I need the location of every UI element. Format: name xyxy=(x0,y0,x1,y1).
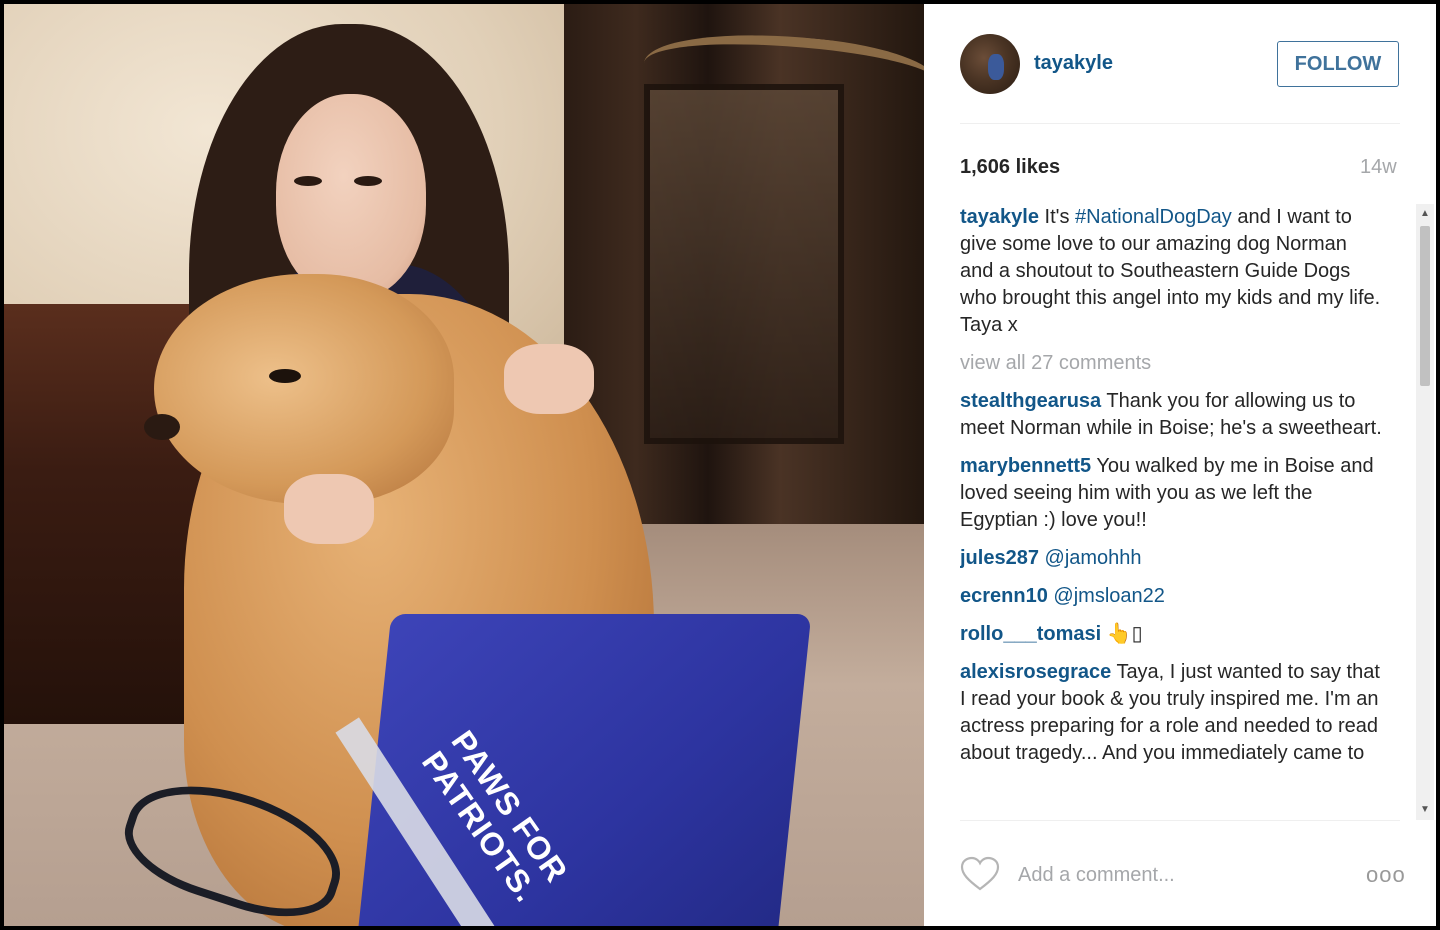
post-photo[interactable]: PAWS FOR PATRIOTS. xyxy=(4,4,924,926)
photo-door-glass xyxy=(644,84,844,444)
comment-item: ecrenn10 @jmsloan22 xyxy=(960,583,1382,610)
footer-divider xyxy=(960,820,1400,821)
likes-count[interactable]: 1,606 likes xyxy=(960,156,1060,179)
more-options-icon[interactable]: ooo xyxy=(1366,862,1406,888)
instagram-post-view: PAWS FOR PATRIOTS. tayakyle FOLLOW 1,606… xyxy=(0,0,1440,930)
photo-woman-eye-left xyxy=(294,176,322,186)
post-header: tayakyle FOLLOW xyxy=(960,34,1400,94)
comment-username[interactable]: rollo___tomasi xyxy=(960,623,1101,645)
comment-item: rollo___tomasi 👆▯ xyxy=(960,621,1382,648)
comment-mention[interactable]: @jamohhh xyxy=(1045,547,1142,569)
scroll-down-arrow-icon[interactable]: ▼ xyxy=(1420,804,1430,816)
header-divider xyxy=(960,123,1400,124)
post-footer: ooo xyxy=(960,852,1405,896)
caption-username[interactable]: tayakyle xyxy=(960,206,1039,228)
caption-hashtag[interactable]: #NationalDogDay xyxy=(1075,206,1232,228)
scrollbar-thumb[interactable] xyxy=(1420,226,1430,386)
photo-hand-right xyxy=(504,344,594,414)
comments-scroll-area[interactable]: tayakyle It's #NationalDogDay and I want… xyxy=(960,204,1420,820)
photo-dog-nose xyxy=(144,414,180,440)
photo-dog-head xyxy=(154,274,454,504)
add-comment-input[interactable] xyxy=(1018,860,1338,890)
comments-list: tayakyle It's #NationalDogDay and I want… xyxy=(960,204,1382,767)
caption-text-prefix: It's xyxy=(1044,206,1076,228)
comment-text: 👆▯ xyxy=(1106,623,1143,645)
post-side-panel: tayakyle FOLLOW 1,606 likes 14w tayakyle… xyxy=(924,4,1436,926)
comment-username[interactable]: marybennett5 xyxy=(960,455,1091,477)
photo-hand-left xyxy=(284,474,374,544)
photo-woman-face xyxy=(276,94,426,299)
photo-woman-eye-right xyxy=(354,176,382,186)
avatar[interactable] xyxy=(960,34,1020,94)
comment-username[interactable]: jules287 xyxy=(960,547,1039,569)
comment-item: stealthgearusa Thank you for allowing us… xyxy=(960,388,1382,442)
comment-username[interactable]: ecrenn10 xyxy=(960,585,1048,607)
caption: tayakyle It's #NationalDogDay and I want… xyxy=(960,204,1382,339)
comment-item: marybennett5 You walked by me in Boise a… xyxy=(960,453,1382,534)
comment-item: alexisrosegrace Taya, I just wanted to s… xyxy=(960,659,1382,767)
comment-username[interactable]: alexisrosegrace xyxy=(960,661,1111,683)
author-username[interactable]: tayakyle xyxy=(1034,52,1113,75)
view-all-comments-link[interactable]: view all 27 comments xyxy=(960,350,1382,377)
follow-button[interactable]: FOLLOW xyxy=(1277,41,1399,87)
scroll-up-arrow-icon[interactable]: ▲ xyxy=(1420,208,1430,220)
comment-mention[interactable]: @jmsloan22 xyxy=(1053,585,1164,607)
comment-username[interactable]: stealthgearusa xyxy=(960,390,1101,412)
photo-dog-eye xyxy=(269,369,301,383)
comment-item: jules287 @jamohhh xyxy=(960,545,1382,572)
comments-scrollbar[interactable]: ▲ ▼ xyxy=(1416,204,1434,820)
heart-icon[interactable] xyxy=(960,856,1000,892)
post-age[interactable]: 14w xyxy=(1360,156,1397,179)
